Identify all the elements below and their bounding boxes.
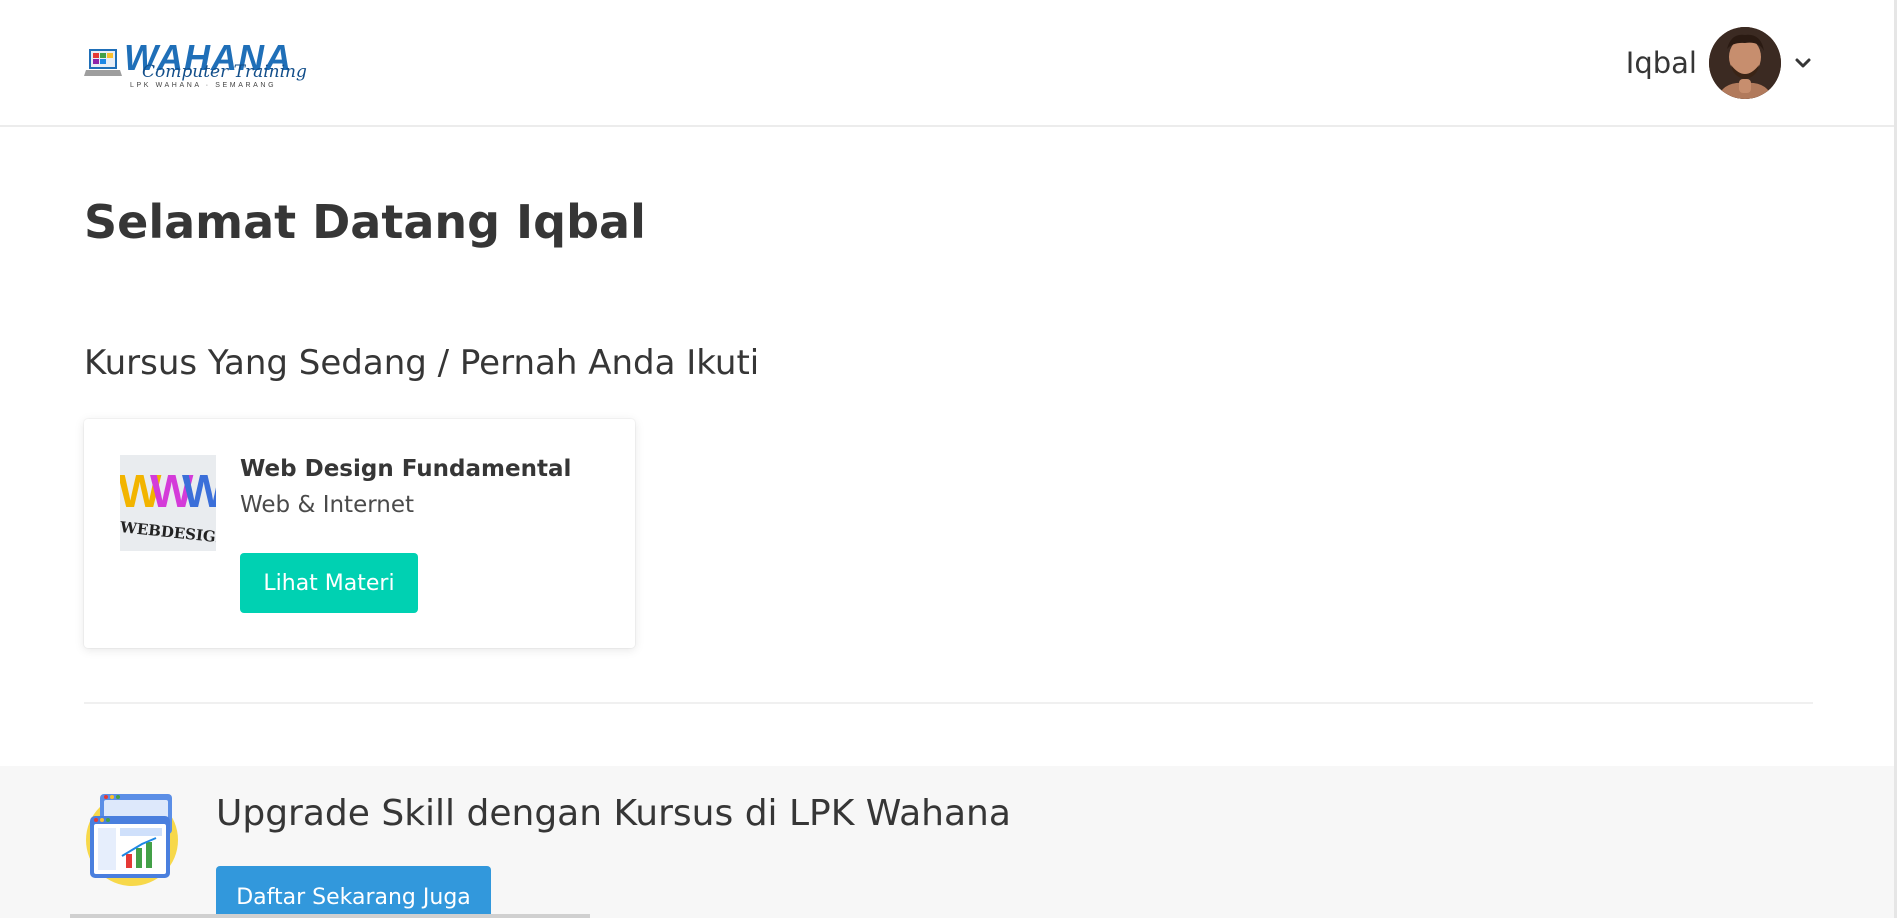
- avatar-photo-icon: [1709, 27, 1781, 99]
- chevron-down-icon[interactable]: [1793, 53, 1813, 73]
- horizontal-scrollbar[interactable]: [70, 914, 590, 918]
- user-avatar[interactable]: [1709, 27, 1781, 99]
- view-material-button[interactable]: Lihat Materi: [240, 553, 418, 613]
- webdesign-thumbnail-icon: W W W WEBDESIGN: [120, 455, 216, 551]
- promo-banner: Upgrade Skill dengan Kursus di LPK Wahan…: [0, 766, 1897, 918]
- page-title: Selamat Datang Iqbal: [84, 195, 646, 249]
- courses-heading: Kursus Yang Sedang / Pernah Anda Ikuti: [84, 343, 760, 383]
- course-title: Web Design Fundamental: [240, 456, 572, 482]
- course-thumbnail: W W W WEBDESIGN: [120, 455, 216, 551]
- register-now-button[interactable]: Daftar Sekarang Juga: [216, 866, 491, 918]
- user-name: Iqbal: [1625, 46, 1697, 80]
- section-divider: [84, 702, 1813, 704]
- svg-text:W: W: [182, 465, 216, 517]
- course-category: Web & Internet: [240, 492, 415, 518]
- dashboard-illustration-icon: [86, 794, 178, 886]
- promo-title: Upgrade Skill dengan Kursus di LPK Wahan…: [216, 793, 1011, 834]
- course-card: W W W WEBDESIGN Web Design Fundamental W…: [84, 419, 635, 648]
- user-menu[interactable]: Iqbal: [1626, 27, 1813, 99]
- logo-script: Computer Training: [142, 62, 307, 82]
- logo-subtitle: LPK WAHANA · SEMARANG: [130, 82, 277, 89]
- wahana-logo[interactable]: WAHANA Computer Training LPK WAHANA · SE…: [84, 38, 307, 90]
- top-navbar: WAHANA Computer Training LPK WAHANA · SE…: [0, 0, 1897, 127]
- laptop-logo-icon: [84, 49, 122, 76]
